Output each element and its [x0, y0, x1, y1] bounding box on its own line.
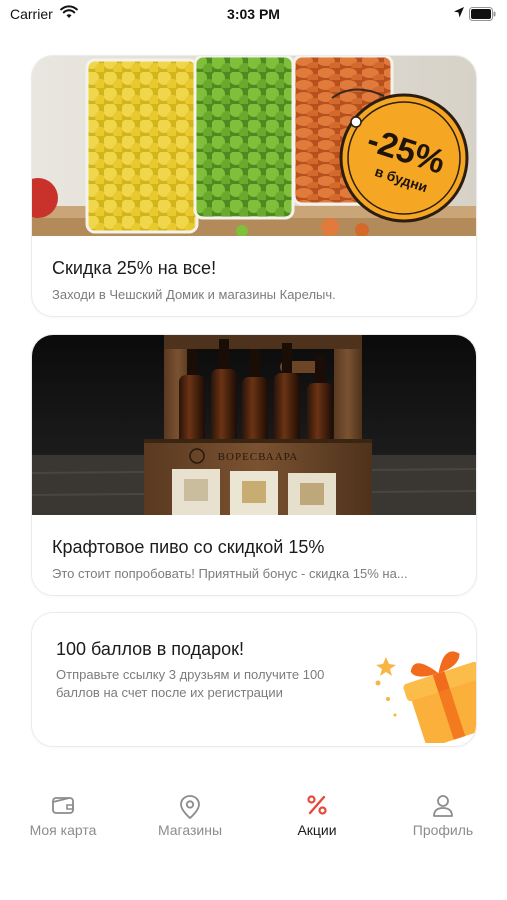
tab-label: Моя карта: [29, 822, 97, 838]
promo-image-snacks: -25% в будни: [32, 56, 476, 236]
discount-badge: -25% в будни: [331, 88, 469, 223]
referral-title: 100 баллов в подарок!: [56, 639, 245, 659]
gift-box-icon: [375, 651, 476, 743]
map-pin-icon: [179, 794, 201, 825]
promo-title: Крафтовое пиво со скидкой 15%: [52, 537, 325, 557]
user-icon: [432, 794, 454, 823]
tab-profile[interactable]: Профиль: [380, 770, 506, 870]
promo-image-beer: ВОРЕСВААРА: [32, 335, 476, 515]
promo-subtitle: Заходи в Чешский Домик и магазины Карелы…: [52, 287, 336, 302]
crate-brand-text: ВОРЕСВААРА: [218, 451, 299, 463]
promo-card-craft-beer[interactable]: ВОРЕСВААРА Крафтовое пиво со скидкой 15%…: [31, 334, 477, 596]
battery-icon: [469, 7, 497, 26]
wallet-icon: [51, 794, 75, 821]
tab-label: Акции: [297, 822, 337, 838]
status-time: 3:03 PM: [227, 6, 280, 22]
location-arrow-icon: [453, 6, 465, 24]
referral-description: Отправьте ссылку 3 друзьям и получите 10…: [56, 667, 325, 700]
referral-card[interactable]: 100 баллов в подарок! Отправьте ссылку 3…: [31, 612, 477, 747]
promo-text: Скидка 25% на все! Заходи в Чешский Доми…: [52, 258, 456, 302]
percent-icon: [306, 794, 328, 821]
tab-my-card[interactable]: Моя карта: [0, 770, 126, 870]
tab-label: Профиль: [412, 822, 474, 838]
tab-bar: Моя карта Магазины Акции Профиль: [0, 770, 507, 900]
tab-stores[interactable]: Магазины: [127, 770, 253, 870]
promo-text: Крафтовое пиво со скидкой 15% Это стоит …: [52, 537, 456, 581]
promo-card-discount[interactable]: -25% в будни Скидка 25% на все! Заходи в…: [31, 55, 477, 317]
promo-title: Скидка 25% на все!: [52, 258, 217, 278]
status-bar: Carrier 3:03 PM: [0, 0, 507, 30]
tab-promotions[interactable]: Акции: [254, 770, 380, 870]
tab-label: Магазины: [157, 822, 223, 838]
promo-subtitle: Это стоит попробовать! Приятный бонус - …: [52, 566, 408, 581]
